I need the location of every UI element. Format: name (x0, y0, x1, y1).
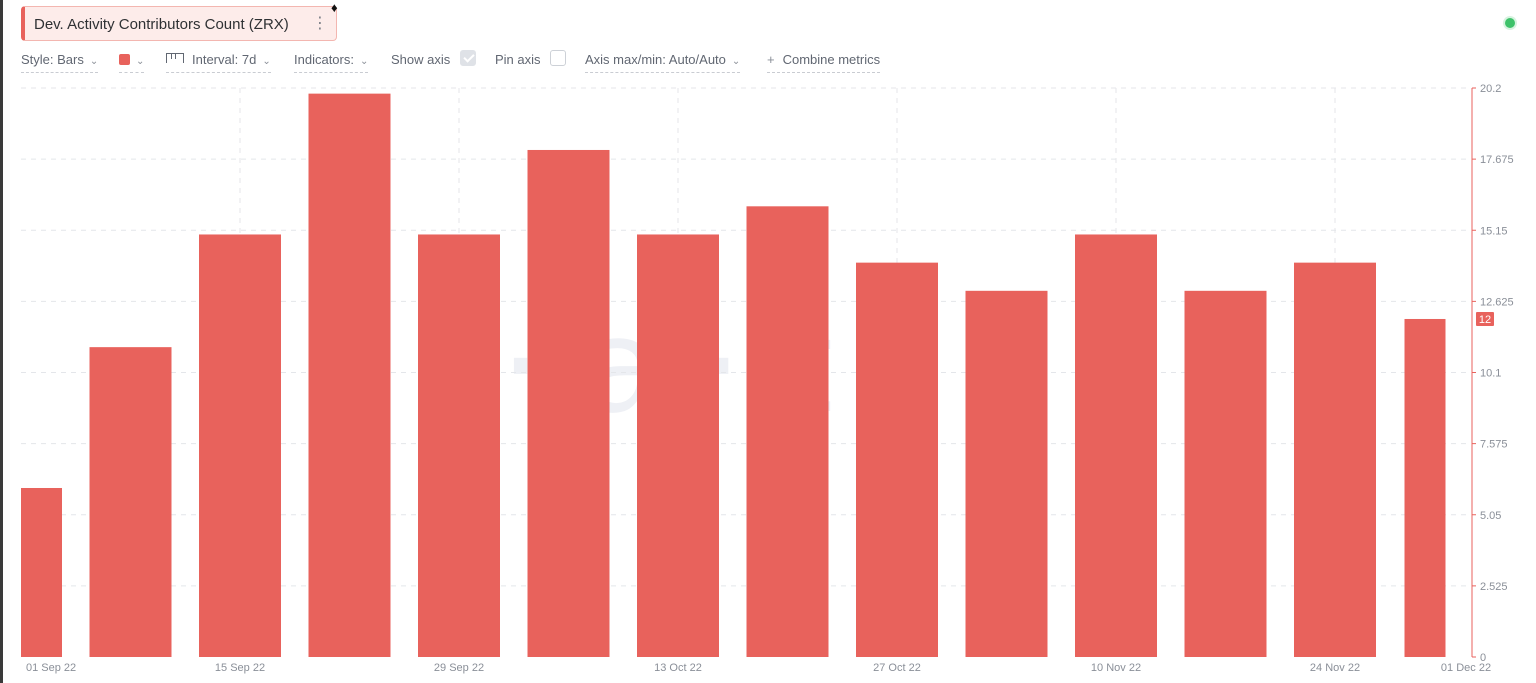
bar (1294, 262, 1376, 657)
bar (89, 347, 172, 657)
bar (1184, 290, 1267, 657)
bar (1404, 318, 1446, 657)
x-tick-label: 01 Dec 22 (1441, 662, 1491, 674)
x-tick-label: 29 Sep 22 (434, 662, 484, 674)
bar (418, 234, 500, 657)
bar (199, 234, 281, 657)
x-tick-label: 27 Oct 22 (873, 662, 921, 674)
last-value-label: 12 (1479, 314, 1491, 326)
x-tick-label: 24 Nov 22 (1310, 662, 1360, 674)
y-tick-label: 10.1 (1480, 368, 1501, 380)
chart-bars (21, 93, 1446, 658)
y-tick-label: 17.675 (1480, 154, 1514, 166)
x-tick-label: 01 Sep 22 (26, 662, 76, 674)
y-axis: 02.5255.057.57510.112.62515.1517.67520.2… (1471, 83, 1514, 664)
y-tick-label: 20.2 (1480, 83, 1501, 95)
x-tick-label: 13 Oct 22 (654, 662, 702, 674)
y-tick-label: 2.525 (1480, 581, 1508, 593)
bar (856, 262, 938, 657)
y-tick-label: 12.625 (1480, 296, 1514, 308)
bar (308, 93, 391, 657)
bar (746, 206, 829, 657)
bar (1075, 234, 1157, 657)
bar (527, 149, 610, 658)
bar (21, 487, 62, 657)
y-tick-label: 7.575 (1480, 439, 1508, 451)
x-tick-label: 10 Nov 22 (1091, 662, 1141, 674)
y-tick-label: 15.15 (1480, 225, 1508, 237)
x-tick-label: 15 Sep 22 (215, 662, 265, 674)
x-axis: 01 Sep 22 15 Sep 22 29 Sep 22 13 Oct 22 27 O… (26, 662, 1491, 674)
bar-chart: 02.5255.057.57510.112.62515.1517.67520.2… (21, 83, 1514, 674)
y-tick-label: 5.05 (1480, 510, 1501, 522)
bar (637, 234, 719, 657)
bar (965, 290, 1048, 657)
